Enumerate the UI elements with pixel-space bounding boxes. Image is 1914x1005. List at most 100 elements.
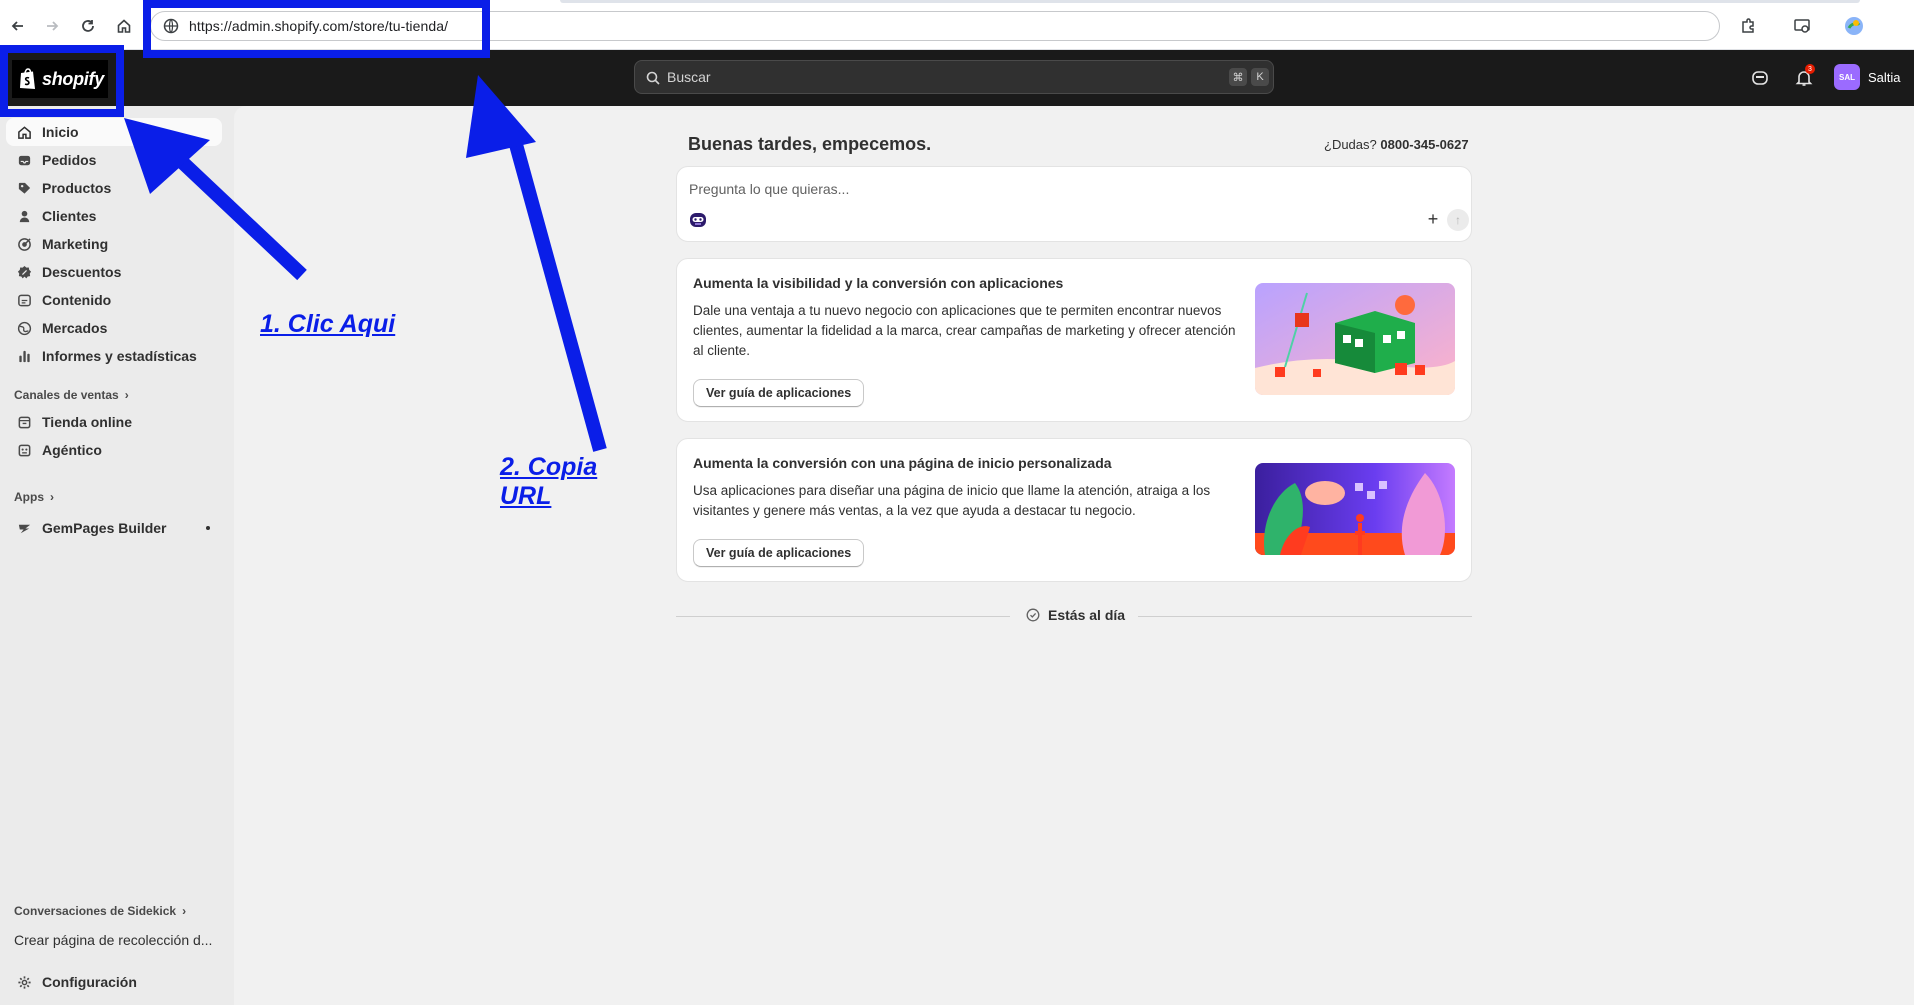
forward-icon[interactable] xyxy=(38,12,66,40)
sidebar-item-label: Contenido xyxy=(42,292,112,308)
admin-topbar: shopify Buscar ⌘ K 3 SAL Saltia xyxy=(0,50,1914,106)
sidebar-item-label: Tienda online xyxy=(42,414,132,430)
up-to-date-text: Estás al día xyxy=(1048,607,1126,623)
annotation-step-2-line-2: URL xyxy=(500,482,552,510)
store-icon xyxy=(16,414,32,430)
sidebar-item-descuentos[interactable]: Descuentos xyxy=(6,258,222,286)
app-pinned-dot xyxy=(206,526,210,530)
sidekick-ask-box[interactable]: Pregunta lo que quieras... + ↑ xyxy=(676,166,1472,242)
annotation-step-1: 1. Clic Aqui xyxy=(260,310,396,338)
sidekick-conversations-label: Conversaciones de Sidekick xyxy=(14,904,177,918)
home-icon[interactable] xyxy=(110,12,138,40)
divider-line-right xyxy=(1138,616,1472,617)
card-description: Usa aplicaciones para diseñar una página… xyxy=(693,483,1211,518)
sidekick-avatar-icon xyxy=(690,213,706,227)
sidebar-item-clientes[interactable]: Clientes xyxy=(6,202,222,230)
person-icon xyxy=(16,208,32,224)
apps-label: Apps xyxy=(14,490,44,504)
page-title: Buenas tardes, empecemos. xyxy=(688,134,932,154)
cast-search-icon[interactable] xyxy=(1788,12,1816,40)
bar-chart-icon xyxy=(16,348,32,364)
apps-guide-button[interactable]: Ver guía de aplicaciones xyxy=(693,379,865,407)
sidebar-item-label: GemPages Builder xyxy=(42,520,167,536)
card-title: Aumenta la visibilidad y la conversión c… xyxy=(693,275,1064,291)
sidebar-item-label: Inicio xyxy=(42,124,79,140)
card-description: Dale una ventaja a tu nuevo negocio con … xyxy=(693,303,1236,358)
sidebar-item-label: Configuración xyxy=(42,974,137,990)
profile-icon[interactable] xyxy=(1840,12,1868,40)
sidebar-item-label: Mercados xyxy=(42,320,108,336)
agentic-icon xyxy=(16,442,32,458)
sidekick-conversation-item[interactable]: Crear página de recolección d... xyxy=(4,926,220,954)
sales-channels-section[interactable]: Canales de ventas › xyxy=(14,388,129,402)
help-phone-number[interactable]: 0800-345-0627 xyxy=(1380,137,1468,152)
notifications-bell-icon[interactable]: 3 xyxy=(1792,64,1816,90)
help-prefix: ¿Dudas? xyxy=(1324,137,1377,152)
sidebar-item-marketing[interactable]: Marketing xyxy=(6,230,222,258)
divider-line-left xyxy=(676,616,1010,617)
sidebar-item-gempages[interactable]: GemPages Builder xyxy=(6,514,222,542)
support-phone: ¿Dudas? 0800-345-0627 xyxy=(1324,137,1469,152)
tag-icon xyxy=(16,180,32,196)
annotation-url-highlight xyxy=(143,0,490,58)
sidebar-item-label: Descuentos xyxy=(42,264,122,280)
sidebar-item-mercados[interactable]: Mercados xyxy=(6,314,222,342)
sidekick-icon[interactable] xyxy=(1748,66,1772,90)
sidebar-item-tienda-online[interactable]: Tienda online xyxy=(6,408,222,436)
ask-input-placeholder[interactable]: Pregunta lo que quieras... xyxy=(689,181,849,197)
attach-plus-icon[interactable]: + xyxy=(1423,209,1443,229)
gempages-icon xyxy=(16,520,32,536)
back-icon[interactable] xyxy=(4,12,32,40)
annotation-logo-highlight xyxy=(0,45,124,117)
extensions-icon[interactable] xyxy=(1734,12,1762,40)
globe-icon xyxy=(16,320,32,336)
chevron-right-icon: › xyxy=(124,388,129,402)
apps-guide-button[interactable]: Ver guía de aplicaciones xyxy=(693,539,865,567)
store-user-name[interactable]: Saltia xyxy=(1868,70,1901,85)
sidebar-item-configuracion[interactable]: Configuración xyxy=(6,968,222,996)
up-to-date-divider: Estás al día xyxy=(676,606,1472,626)
sidebar-item-agentico[interactable]: Agéntico xyxy=(6,436,222,464)
sidebar-item-label: Informes y estadísticas xyxy=(42,348,197,364)
chevron-right-icon: › xyxy=(50,490,54,504)
sidebar: Inicio Pedidos Productos Clientes Market… xyxy=(0,106,234,1005)
sidebar-item-label: Clientes xyxy=(42,208,97,224)
card-title: Aumenta la conversión con una página de … xyxy=(693,455,1112,471)
sidebar-item-informes[interactable]: Informes y estadísticas xyxy=(6,342,222,370)
home-icon xyxy=(16,124,32,140)
target-icon xyxy=(16,236,32,252)
sidekick-conversations-section[interactable]: Conversaciones de Sidekick › xyxy=(14,904,186,918)
search-input[interactable]: Buscar ⌘ K xyxy=(634,60,1274,94)
sidebar-item-label: Pedidos xyxy=(42,152,97,168)
sidebar-item-productos[interactable]: Productos xyxy=(6,174,222,202)
sales-channels-label: Canales de ventas xyxy=(14,388,119,402)
sidekick-conversation-title: Crear página de recolección d... xyxy=(14,932,213,948)
discount-icon xyxy=(16,264,32,280)
sidebar-item-contenido[interactable]: Contenido xyxy=(6,286,222,314)
send-arrow-icon[interactable]: ↑ xyxy=(1447,209,1469,231)
sidebar-item-label: Marketing xyxy=(42,236,109,252)
sidebar-item-inicio[interactable]: Inicio xyxy=(6,118,222,146)
sidebar-item-pedidos[interactable]: Pedidos xyxy=(6,146,222,174)
check-circle-icon xyxy=(1026,608,1040,622)
gear-icon xyxy=(16,974,32,990)
green-store-illustration xyxy=(1255,283,1455,395)
inbox-icon xyxy=(16,152,32,168)
avatar[interactable]: SAL xyxy=(1834,64,1860,90)
shortcut-cmd-key: ⌘ xyxy=(1229,68,1247,86)
shortcut-k-key: K xyxy=(1251,68,1269,86)
custom-homepage-illustration xyxy=(1255,463,1455,555)
sidebar-item-label: Agéntico xyxy=(42,442,102,458)
chevron-right-icon: › xyxy=(182,904,187,918)
search-icon xyxy=(646,71,660,85)
reload-icon[interactable] xyxy=(74,12,102,40)
notification-badge: 3 xyxy=(1805,64,1815,74)
app-visibility-card: Aumenta la visibilidad y la conversión c… xyxy=(676,258,1472,422)
apps-section[interactable]: Apps › xyxy=(14,490,54,504)
content-icon xyxy=(16,292,32,308)
annotation-step-2-line-1: 2. Copia xyxy=(500,453,598,481)
search-placeholder: Buscar xyxy=(667,69,711,85)
tab-strip xyxy=(560,0,1860,3)
up-to-date-label: Estás al día xyxy=(1026,607,1125,623)
homepage-conversion-card: Aumenta la conversión con una página de … xyxy=(676,438,1472,582)
